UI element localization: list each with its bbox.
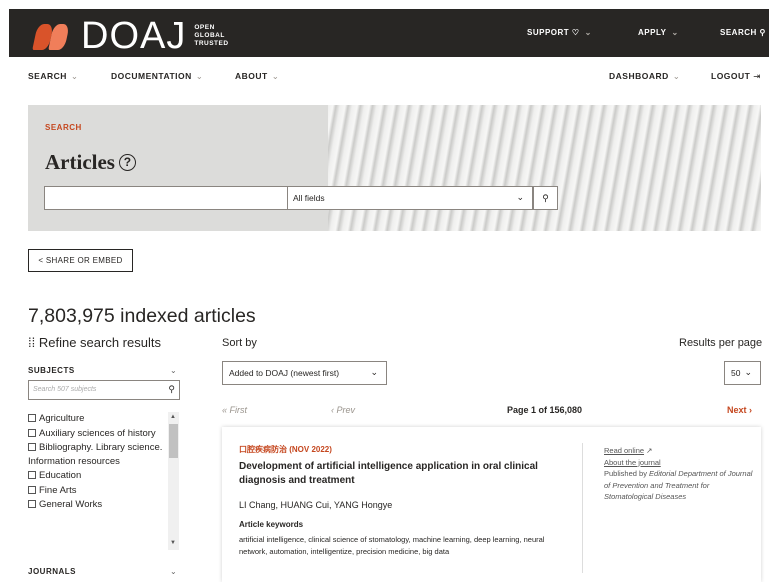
subject-checkbox-education[interactable]: Education — [28, 469, 168, 483]
logo-text: DOAJ — [81, 15, 187, 57]
subjects-scrollbar[interactable]: ▲ ▼ — [168, 412, 179, 550]
logo-mark-icon — [32, 20, 75, 52]
subject-checkbox-auxiliary[interactable]: Auxiliary sciences of history — [28, 427, 168, 441]
nav-about[interactable]: ABOUT ⌄ — [235, 71, 279, 82]
chevron-down-icon: ⌄ — [672, 71, 681, 81]
chevron-down-icon[interactable]: ⌄ — [170, 567, 177, 576]
chevron-down-icon: ⌄ — [516, 192, 524, 202]
refine-heading: ⁞⁞ Refine search results — [28, 335, 161, 350]
apply-menu[interactable]: APPLY ⌄ — [638, 28, 679, 37]
search-icon: ⚲ — [759, 28, 766, 37]
chevron-down-icon: ⌄ — [744, 367, 752, 377]
subjects-heading[interactable]: SUBJECTS — [28, 366, 75, 375]
publisher-info: Published by Editorial Department of Jou… — [604, 469, 753, 501]
share-embed-button[interactable]: < SHARE OR EMBED — [28, 249, 133, 272]
per-page-select[interactable]: 50 ⌄ — [724, 361, 761, 385]
chevron-down-icon: ⌄ — [70, 71, 79, 81]
sort-by-label: Sort by — [222, 337, 257, 349]
header-search-link[interactable]: SEARCH ⚲ — [720, 28, 766, 37]
chevron-down-icon: ⌄ — [370, 367, 378, 377]
scroll-down-icon[interactable]: ▼ — [170, 540, 176, 546]
results-count: 7,803,975 indexed articles — [28, 305, 256, 327]
help-icon[interactable]: ? — [118, 154, 136, 171]
chevron-down-icon: ⌄ — [195, 71, 204, 81]
card-divider — [582, 443, 583, 573]
keywords-heading: Article keywords — [239, 520, 304, 529]
results-per-page-label: Results per page — [679, 337, 763, 349]
logo-tagline: OPEN GLOBAL TRUSTED — [194, 24, 229, 47]
pager-first[interactable]: « First — [222, 405, 247, 415]
article-keywords: artificial intelligence, clinical scienc… — [239, 535, 545, 556]
search-hero: SEARCH Articles? All fields ⌄ ⚲ — [28, 105, 761, 231]
subject-checkbox-fine-arts[interactable]: Fine Arts — [28, 484, 168, 498]
filter-icon: ⁞⁞ — [28, 335, 36, 350]
read-online-link[interactable]: Read online ↗ — [604, 445, 754, 457]
subjects-list: Agriculture Auxiliary sciences of histor… — [28, 412, 168, 551]
search-icon: ⚲ — [542, 193, 549, 203]
sort-select[interactable]: Added to DOAJ (newest first) ⌄ — [222, 361, 387, 385]
chevron-down-icon[interactable]: ⌄ — [170, 366, 177, 375]
chevron-down-icon: ⌄ — [671, 28, 679, 37]
nav-dashboard[interactable]: DASHBOARD ⌄ — [609, 71, 680, 82]
breadcrumb: SEARCH — [45, 123, 82, 132]
article-authors: LI Chang, HUANG Cui, YANG Hongye — [239, 500, 393, 510]
doaj-logo[interactable]: DOAJ OPEN GLOBAL TRUSTED — [32, 15, 229, 57]
share-icon: < — [38, 256, 44, 265]
search-icon: ⚲ — [168, 384, 175, 394]
search-submit-button[interactable]: ⚲ — [533, 186, 558, 210]
scroll-up-icon[interactable]: ▲ — [170, 414, 176, 420]
article-title[interactable]: Development of artificial intelligence a… — [239, 460, 559, 488]
support-menu[interactable]: SUPPORT ♡ ⌄ — [527, 28, 592, 37]
article-meta: Read online ↗ About the journal Publishe… — [604, 445, 754, 503]
chevron-down-icon: ⌄ — [271, 71, 280, 81]
article-journal-date[interactable]: 口腔疾病防治 (NOV 2022) — [239, 444, 332, 455]
subject-checkbox-agriculture[interactable]: Agriculture — [28, 412, 168, 426]
heart-icon: ♡ — [571, 28, 580, 37]
pager-next[interactable]: Next › — [727, 405, 752, 415]
search-field-select[interactable]: All fields ⌄ — [287, 186, 533, 210]
about-journal-link[interactable]: About the journal — [604, 457, 754, 469]
nav-logout[interactable]: LOGOUT ⇥ — [711, 71, 761, 82]
article-card: 口腔疾病防治 (NOV 2022) Development of artific… — [222, 427, 761, 582]
logout-icon: ⇥ — [753, 71, 761, 81]
pager-prev[interactable]: ‹ Prev — [331, 405, 355, 415]
pager-info: Page 1 of 156,080 — [507, 405, 583, 415]
chevron-down-icon: ⌄ — [584, 28, 592, 37]
journals-heading[interactable]: JOURNALS — [28, 567, 76, 576]
external-link-icon: ↗ — [646, 446, 653, 455]
page-title: Articles? — [45, 150, 136, 175]
top-bar: DOAJ OPEN GLOBAL TRUSTED SUPPORT ♡ ⌄ APPL… — [9, 9, 769, 57]
subject-checkbox-general-works[interactable]: General Works — [28, 498, 168, 512]
nav-search[interactable]: SEARCH ⌄ — [28, 71, 79, 82]
subject-checkbox-bibliography[interactable]: Bibliography. Library science. Informati… — [28, 441, 168, 468]
search-input[interactable] — [44, 186, 288, 210]
nav-documentation[interactable]: DOCUMENTATION ⌄ — [111, 71, 203, 82]
architecture-background — [328, 105, 761, 231]
subjects-search-input[interactable]: Search 507 subjects ⚲ — [28, 380, 180, 400]
